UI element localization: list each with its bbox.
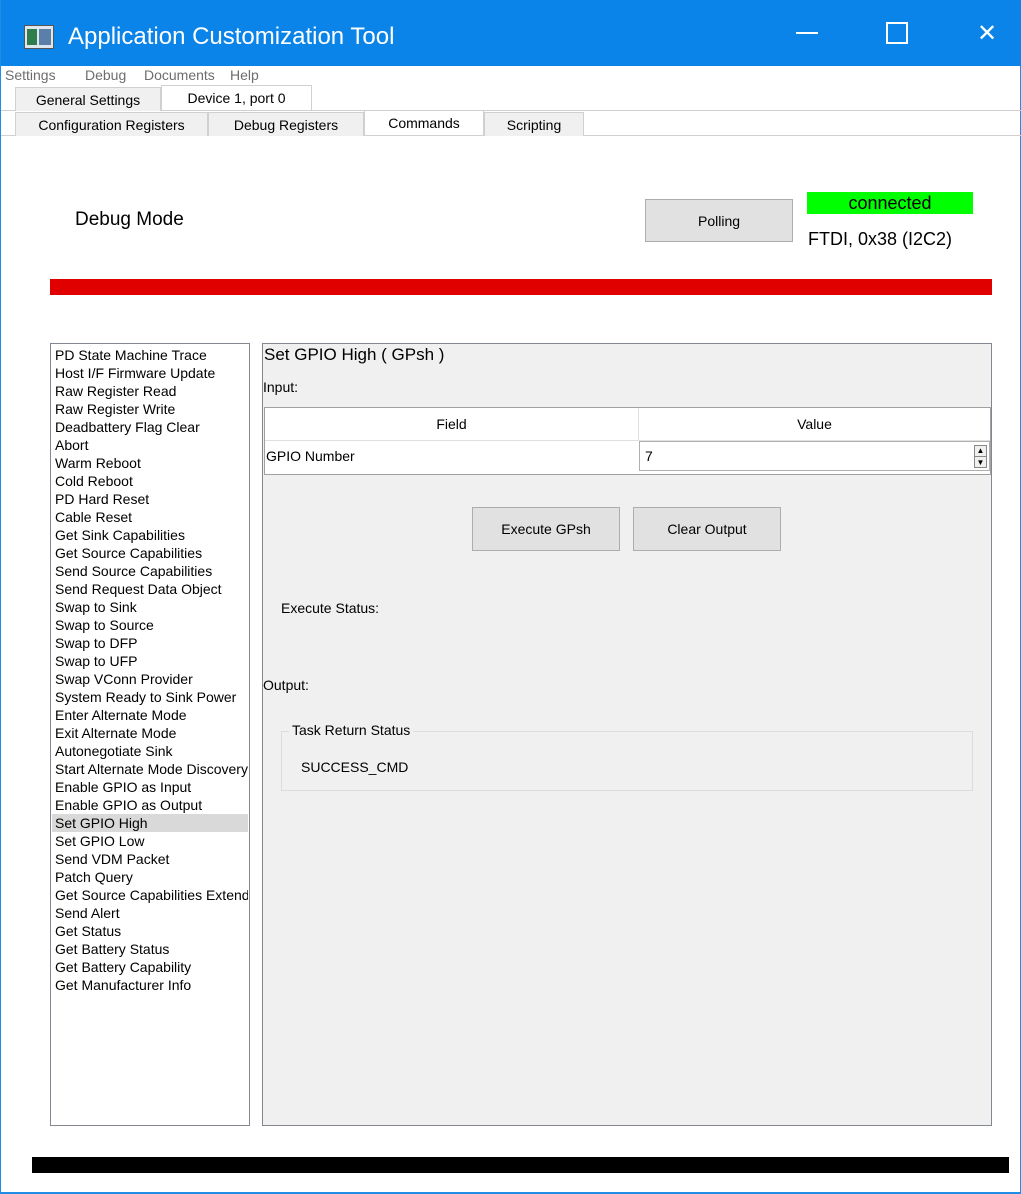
gpio-number-value[interactable]: 7: [645, 448, 653, 464]
list-item[interactable]: Set GPIO High: [52, 814, 248, 832]
status-bar: [32, 1157, 1009, 1173]
list-item[interactable]: Enable GPIO as Input: [52, 778, 248, 796]
maximize-icon: [886, 22, 908, 44]
list-item[interactable]: Get Sink Capabilities: [52, 526, 248, 544]
list-item[interactable]: Enable GPIO as Output: [52, 796, 248, 814]
execute-status-label: Execute Status:: [281, 600, 380, 616]
list-item[interactable]: Warm Reboot: [52, 454, 248, 472]
list-item[interactable]: Get Battery Status: [52, 940, 248, 958]
maximize-button[interactable]: [851, 0, 943, 66]
list-item[interactable]: Send Source Capabilities: [52, 562, 248, 580]
list-item[interactable]: Host I/F Firmware Update: [52, 364, 248, 382]
menu-documents[interactable]: Documents: [144, 67, 215, 83]
list-item[interactable]: Autonegotiate Sink: [52, 742, 248, 760]
list-item[interactable]: Abort: [52, 436, 248, 454]
list-item[interactable]: Deadbattery Flag Clear: [52, 418, 248, 436]
task-return-status-value: SUCCESS_CMD: [301, 759, 409, 775]
list-item[interactable]: Start Alternate Mode Discovery: [52, 760, 248, 778]
minimize-icon: [796, 32, 818, 34]
spin-up-icon[interactable]: ▲: [975, 446, 986, 457]
list-item[interactable]: PD State Machine Trace: [52, 346, 248, 364]
list-item[interactable]: Swap to UFP: [52, 652, 248, 670]
tab-debug-registers[interactable]: Debug Registers: [208, 112, 364, 136]
list-item[interactable]: Cold Reboot: [52, 472, 248, 490]
list-item[interactable]: Swap VConn Provider: [52, 670, 248, 688]
list-item[interactable]: Swap to Sink: [52, 598, 248, 616]
app-window: Application Customization Tool ✕ Setting…: [0, 0, 1021, 1194]
list-item[interactable]: Raw Register Write: [52, 400, 248, 418]
list-item[interactable]: Get Manufacturer Info: [52, 976, 248, 994]
spin-down-icon[interactable]: ▼: [975, 457, 986, 468]
menu-debug[interactable]: Debug: [85, 67, 126, 83]
list-item[interactable]: Get Status: [52, 922, 248, 940]
tab-commands[interactable]: Commands: [364, 110, 484, 135]
task-return-status-group: Task Return Status SUCCESS_CMD: [281, 722, 973, 791]
command-title: Set GPIO High ( GPsh ): [264, 345, 445, 364]
list-item[interactable]: Send VDM Packet: [52, 850, 248, 868]
output-label: Output:: [263, 677, 309, 693]
connection-info: FTDI, 0x38 (I2C2): [808, 229, 953, 249]
command-panel: Set GPIO High ( GPsh ) Input: Field Valu…: [262, 343, 992, 1126]
top-tab-bar: General Settings Device 1, port 0: [1, 85, 1021, 111]
list-item[interactable]: Exit Alternate Mode: [52, 724, 248, 742]
mode-label: Debug Mode: [75, 209, 184, 230]
clear-output-button[interactable]: Clear Output: [633, 507, 781, 551]
list-item[interactable]: Get Source Capabilities Extended: [52, 886, 248, 904]
column-header-value: Value: [639, 408, 990, 441]
list-item[interactable]: Cable Reset: [52, 508, 248, 526]
input-label: Input:: [263, 379, 299, 395]
execute-button[interactable]: Execute GPsh: [472, 507, 620, 551]
list-item[interactable]: Send Request Data Object: [52, 580, 248, 598]
app-icon: [24, 25, 54, 49]
menu-bar: Settings Debug Documents Help: [1, 66, 1021, 85]
task-return-status-title: Task Return Status: [289, 722, 414, 738]
window-title: Application Customization Tool: [68, 23, 395, 50]
polling-button[interactable]: Polling: [645, 199, 793, 242]
list-item[interactable]: System Ready to Sink Power: [52, 688, 248, 706]
tab-general-settings[interactable]: General Settings: [15, 87, 161, 111]
list-item[interactable]: Get Source Capabilities: [52, 544, 248, 562]
sub-tab-bar: Configuration Registers Debug Registers …: [1, 110, 1021, 136]
tab-device-1-port-0[interactable]: Device 1, port 0: [161, 85, 312, 110]
tab-configuration-registers[interactable]: Configuration Registers: [15, 112, 208, 136]
list-item[interactable]: Swap to DFP: [52, 634, 248, 652]
command-list[interactable]: PD State Machine Trace Host I/F Firmware …: [50, 343, 250, 1126]
close-icon: ✕: [976, 19, 998, 47]
list-item[interactable]: Set GPIO Low: [52, 832, 248, 850]
list-item[interactable]: PD Hard Reset: [52, 490, 248, 508]
close-button[interactable]: ✕: [941, 0, 1021, 66]
gpio-number-stepper[interactable]: 7 ▲ ▼: [639, 441, 990, 471]
menu-settings[interactable]: Settings: [5, 67, 56, 83]
list-item[interactable]: Patch Query: [52, 868, 248, 886]
minimize-button[interactable]: [761, 0, 853, 66]
input-table: Field Value GPIO Number 7 ▲ ▼: [264, 407, 991, 475]
column-header-field: Field: [265, 408, 639, 441]
mode-indicator-bar: [50, 279, 992, 295]
list-item[interactable]: Swap to Source: [52, 616, 248, 634]
title-bar[interactable]: Application Customization Tool ✕: [1, 0, 1021, 66]
spinner: ▲ ▼: [974, 445, 987, 468]
tab-scripting[interactable]: Scripting: [484, 112, 584, 136]
list-item[interactable]: Get Battery Capability: [52, 958, 248, 976]
table-cell-field: GPIO Number: [266, 448, 355, 464]
list-item[interactable]: Send Alert: [52, 904, 248, 922]
menu-help[interactable]: Help: [230, 67, 259, 83]
list-item[interactable]: Raw Register Read: [52, 382, 248, 400]
connection-status-badge: connected: [807, 192, 973, 214]
list-item[interactable]: Enter Alternate Mode: [52, 706, 248, 724]
